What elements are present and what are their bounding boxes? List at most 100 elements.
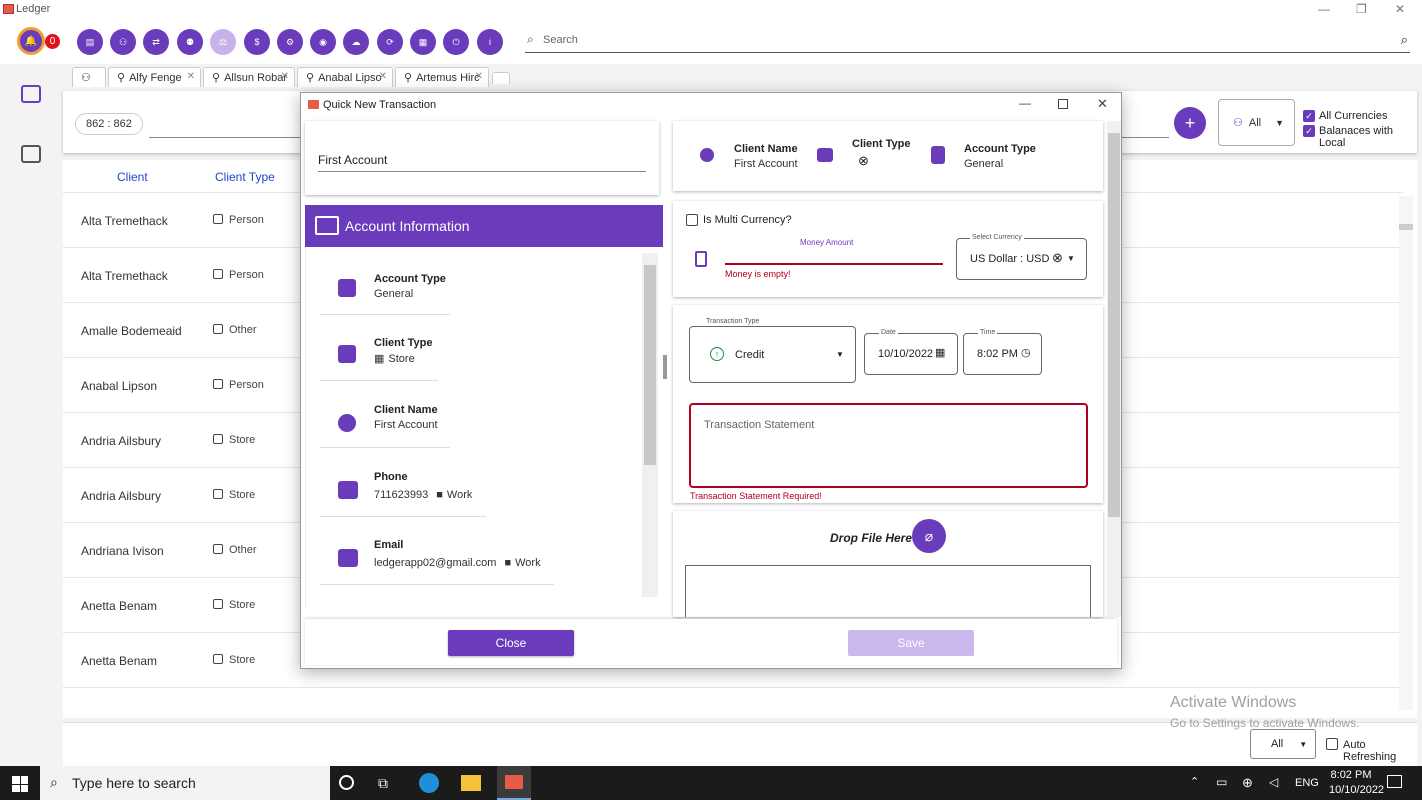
id-card-icon [315,216,339,235]
account-input[interactable]: First Account [318,153,646,172]
group-button[interactable]: ⚇ [110,29,136,55]
close-button[interactable]: Close [448,630,574,656]
column-client[interactable]: Client [117,170,148,184]
dialog-maximize-button[interactable] [1058,99,1068,109]
close-window-button[interactable]: ✕ [1395,2,1405,16]
multi-currency-checkbox[interactable] [686,214,698,226]
filter-select[interactable]: ⚇ All ▼ [1218,99,1295,146]
search-list-icon[interactable] [21,145,41,163]
calculator-button[interactable]: ▦ [410,29,436,55]
app-icon [3,4,14,14]
cortana-icon[interactable] [339,775,354,790]
drop-zone[interactable] [685,565,1091,617]
windows-start-icon[interactable] [12,776,28,792]
network-icon[interactable]: ⊕ [1242,775,1253,791]
chevron-up-icon[interactable]: ⌃ [1190,775,1199,788]
email-icon [338,549,358,567]
info-account-type: Account Type General [320,267,450,315]
title-bar: Ledger — ❐ ✕ [0,0,1422,20]
close-tab-icon[interactable]: ✕ [281,71,289,82]
chevron-down-icon: ▼ [836,350,844,359]
money-amount-input[interactable]: Money Amount [725,233,943,265]
auto-refresh-checkbox[interactable] [1326,738,1338,750]
minimize-button[interactable]: — [1318,2,1330,16]
group-icon: ⚇ [81,72,91,84]
right-scrollbar[interactable] [1107,121,1121,617]
clock[interactable]: 8:02 PM 10/10/2022 [1329,769,1384,796]
info-email: Email ledgerapp02@gmail.com ■ Work [320,535,554,585]
close-tab-icon[interactable]: ✕ [475,71,483,82]
quick-transaction-dialog: Quick New Transaction — ✕ First Account … [300,92,1122,669]
add-button[interactable]: + [1174,107,1206,139]
exchange-button[interactable]: ⇄ [143,29,169,55]
cloud-button[interactable]: ☁ [343,29,369,55]
dashboard-icon[interactable] [21,85,41,103]
ledger-taskbar-app[interactable] [497,766,531,800]
search-submit-icon[interactable]: ⌕ [1401,32,1408,48]
store-icon [213,434,223,444]
notification-center-icon[interactable] [1387,775,1402,788]
table-scrollbar[interactable] [1399,196,1413,710]
dialog-close-button[interactable]: ✕ [1097,96,1108,112]
tab-client[interactable]: ⚲ Alfy Fenge ✕ [108,67,201,87]
tab-client[interactable]: ⚲ Artemus Hirc ✕ [395,67,489,87]
store-icon [213,489,223,499]
device-icon[interactable]: ▭ [1216,775,1227,789]
dialog-app-icon [308,100,319,109]
tab-home[interactable]: ⚇ [72,67,106,87]
time-picker[interactable]: Time 8:02 PM ◷ [963,329,1042,375]
statement-input[interactable]: Transaction Statement [689,403,1088,488]
clear-circle-icon: ⊗ [1052,250,1063,265]
column-client-type[interactable]: Client Type [215,170,275,184]
settings-button[interactable]: ⚙ [277,29,303,55]
dialog-title: Quick New Transaction [323,99,437,111]
left-sidebar [0,64,62,766]
transaction-card: Transaction Type ↑ Credit ▼ Date 10/10/2… [673,305,1103,503]
tab-client[interactable]: ⚲ Allsun Robar ✕ [203,67,295,87]
search-icon: ⌕ [527,32,534,46]
save-button[interactable]: Save [848,630,974,656]
page-size-select[interactable]: All ▼ [1250,729,1316,759]
file-explorer-icon[interactable] [461,775,481,791]
volume-icon[interactable]: ◁ [1269,775,1278,789]
info-button[interactable]: i [477,29,503,55]
transaction-type-select[interactable]: Transaction Type ↑ Credit ▼ [689,318,856,383]
edge-icon[interactable] [419,773,439,793]
currency-button[interactable]: $ [244,29,270,55]
calculator-icon [695,251,707,267]
close-tab-icon[interactable]: ✕ [187,71,195,82]
notification-button[interactable]: 🔔 [17,27,45,55]
person-icon [700,148,714,162]
all-currencies-checkbox[interactable]: ✓ [1303,110,1315,122]
tab-client[interactable]: ⚲ Anabal Lipso ✕ [297,67,393,87]
currency-select[interactable]: Select Currency US Dollar : USD ⊗ ▼ [956,234,1087,280]
person-icon [213,379,223,389]
date-picker[interactable]: Date 10/10/2022 ▦ [864,329,958,375]
close-tab-icon[interactable]: ✕ [379,71,387,82]
lock-button[interactable]: ◉ [310,29,336,55]
language-indicator[interactable]: ENG [1295,777,1319,789]
new-tab-button[interactable] [492,72,510,84]
people-button[interactable]: ⚉ [177,29,203,55]
maximize-button[interactable]: ❐ [1356,2,1367,16]
info-scrollbar[interactable] [642,253,658,597]
person-icon: ⚲ [404,72,413,84]
store-icon [213,654,223,664]
power-button[interactable]: ⏻ [443,29,469,55]
account-card: First Account [305,121,659,195]
attach-button[interactable]: ⌀ [912,519,946,553]
task-view-icon[interactable]: ⧉ [378,775,388,792]
splitter-handle[interactable] [663,355,667,379]
sync-button[interactable]: ⟳ [377,29,403,55]
search-input[interactable]: Search [543,34,578,46]
local-balances-checkbox[interactable]: ✓ [1303,125,1315,137]
balance-button[interactable]: ⚖ [210,29,236,55]
scroll-thumb[interactable] [1108,133,1120,517]
doc-button[interactable]: ▤ [77,29,103,55]
money-error: Money is empty! [725,269,791,279]
search-bar[interactable]: ⌕ Search ⌕ [525,29,1410,53]
scroll-thumb[interactable] [644,265,656,465]
taskbar-search[interactable]: ⌕ Type here to search [40,766,330,800]
dialog-minimize-button[interactable]: — [1019,96,1031,110]
activation-watermark-sub: Go to Settings to activate Windows. [1170,716,1360,730]
